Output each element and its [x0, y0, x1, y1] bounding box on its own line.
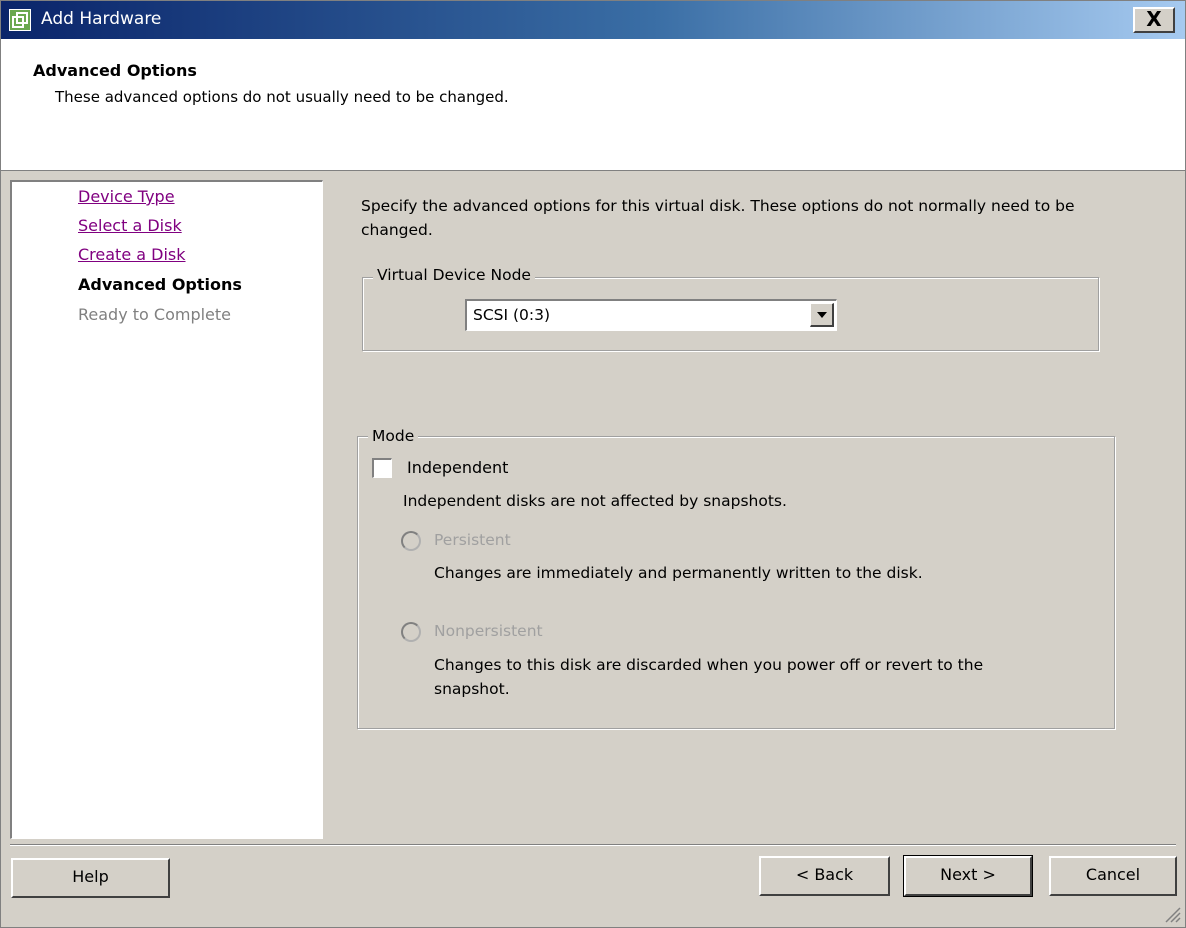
resize-grip-icon[interactable] — [1163, 905, 1181, 923]
window-title: Add Hardware — [41, 9, 162, 29]
wizard-header: Advanced Options These advanced options … — [1, 39, 1185, 171]
help-button[interactable]: Help — [11, 858, 170, 898]
vm-hardware-icon — [9, 9, 31, 31]
independent-label[interactable]: Independent — [407, 458, 508, 477]
independent-description: Independent disks are not affected by sn… — [403, 492, 787, 510]
next-button[interactable]: Next > — [903, 855, 1033, 897]
nonpersistent-description-line2: snapshot. — [434, 680, 510, 698]
mode-legend: Mode — [368, 427, 419, 445]
persistent-description: Changes are immediately and permanently … — [434, 564, 923, 582]
cancel-button[interactable]: Cancel — [1049, 856, 1177, 896]
title-bar[interactable]: Add Hardware X — [1, 1, 1185, 39]
add-hardware-dialog: Add Hardware X Advanced Options These ad… — [0, 0, 1186, 928]
page-title: Advanced Options — [33, 61, 197, 80]
virtual-device-node-value: SCSI (0:3) — [473, 306, 551, 324]
nonpersistent-radio — [401, 622, 421, 642]
step-advanced-options: Advanced Options — [78, 275, 242, 294]
step-device-type[interactable]: Device Type — [78, 187, 175, 206]
back-button[interactable]: < Back — [759, 856, 890, 896]
persistent-label: Persistent — [434, 531, 511, 549]
virtual-device-node-select[interactable]: SCSI (0:3) — [465, 299, 837, 331]
independent-checkbox[interactable] — [372, 458, 392, 478]
step-select-a-disk[interactable]: Select a Disk — [78, 216, 182, 235]
nonpersistent-description-line1: Changes to this disk are discarded when … — [434, 656, 984, 674]
wizard-steps-panel: Device Type Select a Disk Create a Disk … — [10, 180, 323, 839]
step-create-a-disk[interactable]: Create a Disk — [78, 245, 186, 264]
close-button[interactable]: X — [1133, 7, 1175, 33]
persistent-radio — [401, 531, 421, 551]
instructions-text: Specify the advanced options for this vi… — [361, 197, 1075, 239]
virtual-device-node-legend: Virtual Device Node — [373, 266, 535, 284]
chevron-down-icon[interactable] — [810, 303, 834, 327]
nonpersistent-label: Nonpersistent — [434, 622, 543, 640]
step-ready-to-complete: Ready to Complete — [78, 305, 232, 324]
footer-divider — [10, 844, 1176, 846]
page-subtitle: These advanced options do not usually ne… — [55, 88, 509, 106]
